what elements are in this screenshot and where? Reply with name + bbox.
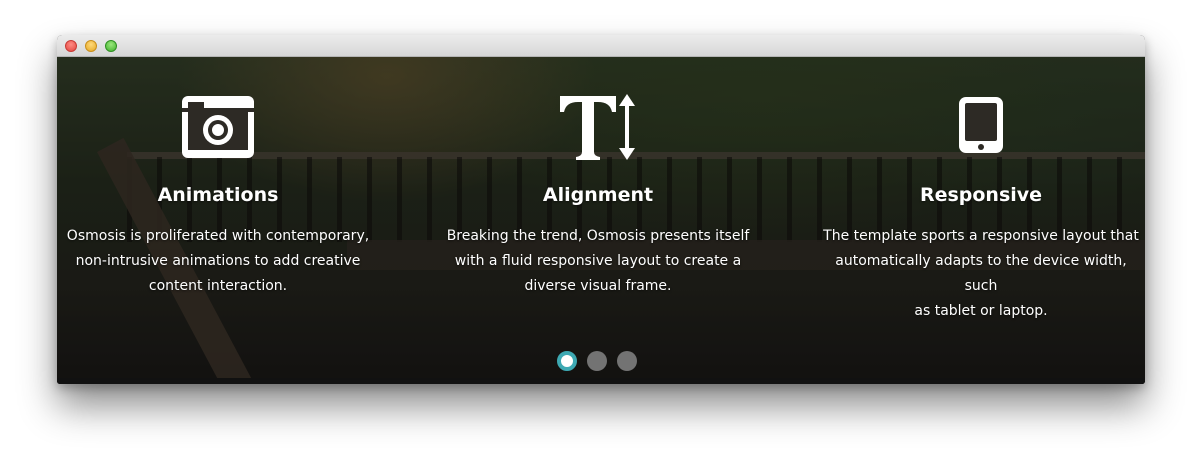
feature-title: Animations: [157, 184, 279, 206]
maximize-window-button[interactable]: [105, 40, 117, 52]
window-titlebar: [57, 35, 1145, 57]
feature-description: Breaking the trend, Osmosis presents its…: [446, 228, 750, 294]
feature-title: Alignment: [542, 184, 654, 206]
features-row: Animations Osmosis is proliferated with …: [57, 57, 1145, 384]
feature-description: The template sports a responsive layout …: [823, 228, 1139, 319]
tablet-icon: [959, 97, 1003, 153]
camera-icon: [182, 96, 254, 158]
window-bottom-edge: [57, 378, 1145, 384]
slider-dot-2[interactable]: [587, 351, 607, 371]
feature-description: Osmosis is proliferated with contemporar…: [66, 228, 370, 294]
slider-pagination: [555, 351, 645, 371]
text-height-icon: [560, 94, 635, 160]
close-window-button[interactable]: [65, 40, 77, 52]
hero-slider: Animations Osmosis is proliferated with …: [57, 57, 1145, 384]
slider-dot-1[interactable]: [557, 351, 577, 371]
feature-title: Responsive: [919, 184, 1043, 206]
browser-window: Animations Osmosis is proliferated with …: [57, 35, 1145, 384]
minimize-window-button[interactable]: [85, 40, 97, 52]
slider-dot-3[interactable]: [617, 351, 637, 371]
